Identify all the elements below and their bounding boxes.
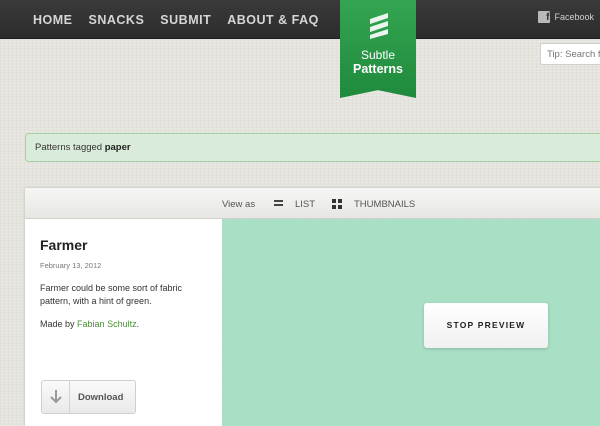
nav-item-snacks[interactable]: SNACKS bbox=[89, 13, 145, 27]
grid-icon[interactable] bbox=[332, 199, 342, 209]
pattern-info: Farmer February 13, 2012 Farmer could be… bbox=[25, 219, 222, 426]
logo-text-patterns: Patterns bbox=[352, 62, 404, 76]
view-thumbnails-button[interactable]: THUMBNAILS bbox=[354, 199, 415, 210]
tag-name: paper bbox=[104, 142, 131, 153]
stop-preview-button[interactable]: STOP PREVIEW bbox=[424, 303, 548, 348]
nav-item-submit[interactable]: SUBMIT bbox=[160, 13, 211, 27]
pattern-title: Farmer bbox=[40, 237, 88, 253]
stacked-bars-icon bbox=[370, 13, 388, 39]
list-icon[interactable] bbox=[274, 200, 283, 206]
made-by-line: Made by Fabian Schultz. bbox=[40, 319, 139, 329]
made-by-prefix: Made by bbox=[40, 319, 75, 329]
top-nav-bar: HOME SNACKS SUBMIT ABOUT & FAQ f Faceboo… bbox=[0, 0, 600, 39]
pattern-preview: STOP PREVIEW bbox=[222, 219, 600, 426]
pattern-date: February 13, 2012 bbox=[40, 261, 102, 270]
tag-banner: Patterns tagged paper bbox=[25, 133, 600, 162]
download-arrow-icon bbox=[50, 390, 62, 404]
made-by-suffix: . bbox=[136, 319, 140, 329]
nav-item-about-faq[interactable]: ABOUT & FAQ bbox=[227, 13, 319, 27]
facebook-link[interactable]: f Facebook bbox=[538, 11, 594, 23]
pattern-panel: View as LIST THUMBNAILS Farmer February … bbox=[25, 188, 600, 426]
logo-text-subtle: Subtle bbox=[360, 48, 396, 62]
author-link[interactable]: Fabian Schultz bbox=[77, 319, 137, 329]
download-button[interactable]: Download bbox=[41, 380, 136, 414]
pattern-description: Farmer could be some sort of fabric patt… bbox=[40, 283, 183, 306]
facebook-icon: f bbox=[538, 11, 551, 23]
view-as-label: View as bbox=[222, 199, 256, 210]
search-input[interactable] bbox=[540, 43, 600, 65]
tag-banner-prefix: Patterns tagged bbox=[35, 142, 103, 153]
download-icon-box bbox=[42, 381, 70, 413]
site-logo-ribbon[interactable]: Subtle Patterns bbox=[340, 0, 416, 98]
nav-item-home[interactable]: HOME bbox=[33, 13, 73, 27]
view-list-button[interactable]: LIST bbox=[295, 199, 315, 210]
main-nav: HOME SNACKS SUBMIT ABOUT & FAQ bbox=[33, 0, 335, 39]
download-label: Download bbox=[78, 392, 124, 403]
facebook-label: Facebook bbox=[554, 12, 594, 22]
view-toggle-bar: View as LIST THUMBNAILS bbox=[25, 188, 600, 219]
